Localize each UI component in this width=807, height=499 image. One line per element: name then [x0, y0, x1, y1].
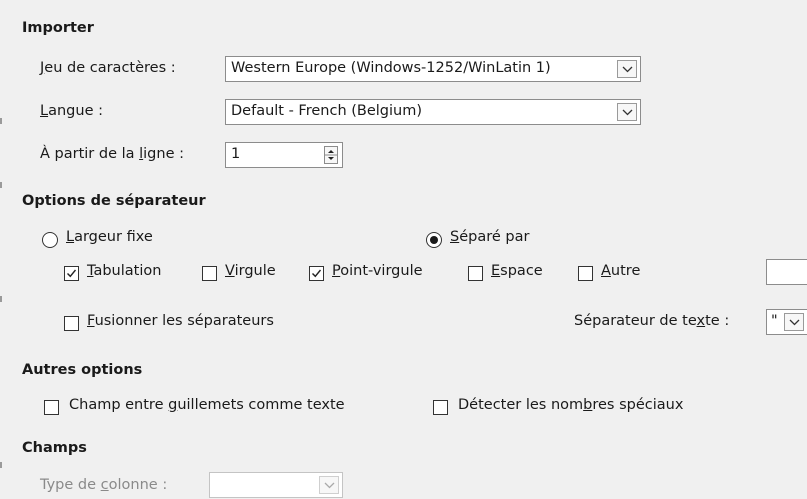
language-value: Default - French (Belgium)	[231, 103, 422, 119]
from-row-spinbox[interactable]: 1	[225, 142, 343, 168]
semicolon-checkbox[interactable]	[309, 266, 324, 281]
charset-label: Jeu de caractères :	[40, 60, 176, 76]
edge-mark	[0, 118, 2, 124]
edge-mark	[0, 182, 2, 188]
spin-buttons[interactable]	[324, 146, 338, 164]
comma-label[interactable]: Virgule	[225, 263, 276, 279]
comma-checkbox[interactable]	[202, 266, 217, 281]
quoted-as-text-checkbox[interactable]	[44, 400, 59, 415]
other-separator-input[interactable]	[766, 259, 807, 285]
from-row-label: À partir de la ligne :	[40, 146, 184, 162]
other-options-title: Autres options	[22, 362, 143, 378]
separated-by-radio[interactable]	[426, 232, 442, 248]
merge-separators-label[interactable]: Fusionner les séparateurs	[87, 313, 274, 329]
special-numbers-label[interactable]: Détecter les nombres spéciaux	[458, 397, 683, 413]
merge-separators-checkbox[interactable]	[64, 316, 79, 331]
special-numbers-checkbox[interactable]	[433, 400, 448, 415]
tab-label[interactable]: Tabulation	[87, 263, 161, 279]
text-separator-select[interactable]: "	[766, 309, 807, 335]
chevron-down-icon[interactable]	[319, 476, 339, 494]
separator-options-title: Options de séparateur	[22, 193, 206, 209]
checkmark-icon	[312, 269, 322, 278]
language-label: Langue :	[40, 103, 103, 119]
checkmark-icon	[67, 269, 77, 278]
chevron-down-icon[interactable]	[617, 60, 637, 78]
semicolon-label[interactable]: Point-virgule	[332, 263, 423, 279]
importer-title: Importer	[22, 20, 94, 36]
separated-by-label[interactable]: Séparé par	[450, 229, 529, 245]
column-type-select[interactable]	[209, 472, 343, 498]
chevron-down-icon[interactable]	[617, 103, 637, 121]
fixed-width-radio[interactable]	[42, 232, 58, 248]
radio-selected-dot	[430, 236, 438, 244]
other-label[interactable]: Autre	[601, 263, 640, 279]
text-separator-label: Séparateur de texte :	[574, 313, 730, 329]
column-type-label: Type de colonne :	[40, 477, 168, 493]
other-checkbox[interactable]	[578, 266, 593, 281]
space-label[interactable]: Espace	[491, 263, 543, 279]
edge-mark	[0, 296, 2, 302]
charset-select[interactable]: Western Europe (Windows-1252/WinLatin 1)	[225, 56, 641, 82]
from-row-value: 1	[231, 146, 241, 162]
space-checkbox[interactable]	[468, 266, 483, 281]
text-separator-value: "	[771, 313, 778, 329]
quoted-as-text-label[interactable]: Champ entre guillemets comme texte	[69, 397, 345, 413]
fixed-width-label[interactable]: Largeur fixe	[66, 229, 153, 245]
fields-title: Champs	[22, 440, 87, 456]
edge-mark	[0, 462, 2, 468]
tab-checkbox[interactable]	[64, 266, 79, 281]
charset-value: Western Europe (Windows-1252/WinLatin 1)	[231, 60, 551, 76]
chevron-down-icon[interactable]	[784, 313, 804, 331]
language-select[interactable]: Default - French (Belgium)	[225, 99, 641, 125]
triangle-up-icon	[328, 150, 334, 153]
triangle-down-icon	[328, 157, 334, 160]
